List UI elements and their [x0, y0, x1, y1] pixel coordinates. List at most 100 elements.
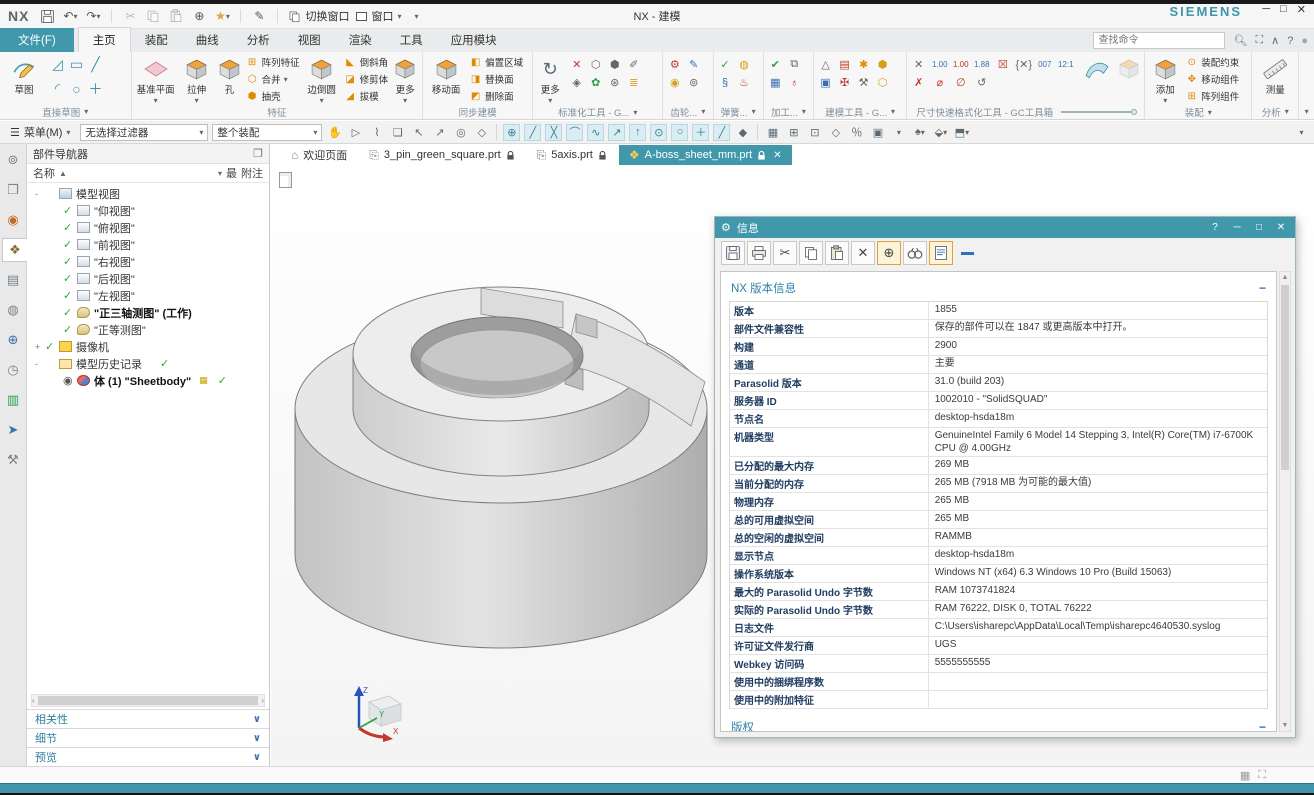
find-icon[interactable]: [903, 241, 927, 265]
switch-window-button[interactable]: 切换窗口: [288, 8, 349, 24]
sketch-button[interactable]: 草图: [2, 54, 46, 96]
history-icon[interactable]: ◷: [2, 358, 25, 382]
cut-icon[interactable]: ✂: [773, 241, 797, 265]
dimension-tool-icon[interactable]: ↺: [974, 75, 989, 90]
trim-body-button[interactable]: ◪修剪体: [344, 71, 389, 87]
more-view-tools-icon[interactable]: ▾: [890, 124, 907, 141]
snap-spline-icon[interactable]: ∿: [587, 124, 604, 141]
dialog-close-icon[interactable]: ✕: [1273, 222, 1289, 233]
system-tools-icon[interactable]: ⚒: [2, 448, 25, 472]
tree-item[interactable]: ✓ "左视图": [27, 287, 269, 304]
assembly-constraints-button[interactable]: ⊙装配约束: [1185, 54, 1239, 70]
snap-arc-center-icon[interactable]: ⌒: [566, 124, 583, 141]
feature-more-button[interactable]: 更多▾: [390, 54, 420, 105]
draft-button[interactable]: ◢拔模: [344, 88, 389, 104]
modeling-tool-icon[interactable]: △: [818, 57, 833, 72]
tree-item[interactable]: + ✓ 摄像机: [27, 338, 269, 355]
clip-section-icon[interactable]: ⬒▾: [953, 124, 970, 141]
tree-item[interactable]: ✓ "前视图": [27, 236, 269, 253]
snap-tangent-icon[interactable]: ↗: [608, 124, 625, 141]
machining-tool-icon[interactable]: ⧉: [787, 57, 802, 72]
modeling-tool-icon[interactable]: ⬢: [875, 57, 890, 72]
dimension-tool-icon[interactable]: ☒: [995, 57, 1010, 72]
modeling-tool-icon[interactable]: ⚒: [856, 75, 871, 90]
tab-home[interactable]: 主页: [78, 27, 131, 52]
shell-button[interactable]: ⬢抽壳: [246, 88, 300, 104]
visibility-check-icon[interactable]: ✓: [63, 306, 77, 319]
material-icon[interactable]: ⬙▾: [932, 124, 949, 141]
std-tool-icon[interactable]: ⊛: [607, 75, 622, 90]
point-icon[interactable]: ＋: [88, 81, 103, 96]
tree-item[interactable]: ✓ "正三轴测图" (工作): [27, 304, 269, 321]
fit-screen-icon[interactable]: ⛶: [1258, 769, 1266, 782]
visibility-check-icon[interactable]: ✓: [63, 255, 77, 268]
snap-line-icon[interactable]: ╱: [713, 124, 730, 141]
paste-icon[interactable]: [825, 241, 849, 265]
sort-ascending-icon[interactable]: ▲: [59, 169, 67, 178]
rectangle-icon[interactable]: ▭: [69, 57, 84, 72]
paste-icon[interactable]: [168, 7, 184, 25]
highlight-icon[interactable]: ↖: [410, 124, 427, 141]
select-all-icon[interactable]: ⊕: [877, 241, 901, 265]
tree-item[interactable]: ✓ "俯视图": [27, 219, 269, 236]
command-search-input[interactable]: [1093, 32, 1225, 49]
hd3d-tools-icon[interactable]: ◍: [2, 298, 25, 322]
spring-tool-icon[interactable]: ◍: [737, 57, 752, 72]
border-bar-overflow-icon[interactable]: ▾: [1293, 124, 1310, 141]
shaded-view-icon[interactable]: ▦: [764, 124, 781, 141]
tab-a-boss-sheet-mm[interactable]: ❖ A-boss_sheet_mm.prt ✕: [619, 145, 792, 165]
snap-endpoint-icon[interactable]: ╱: [524, 124, 541, 141]
roles-icon[interactable]: ➤: [2, 418, 25, 442]
std-tool-icon[interactable]: ⬡: [588, 57, 603, 72]
dimension-tool-icon[interactable]: ⌀: [932, 75, 947, 90]
dimension-tool-icon[interactable]: 12:1: [1058, 57, 1073, 72]
dimension-tool-icon[interactable]: 1.88: [974, 57, 989, 72]
snap-quadrant-icon[interactable]: ⊙: [650, 124, 667, 141]
tab-analysis[interactable]: 分析: [233, 28, 284, 52]
undo-icon[interactable]: ↶▾: [62, 7, 78, 25]
tree-expander[interactable]: -: [35, 189, 45, 199]
tree-expander[interactable]: -: [35, 359, 45, 369]
gear-tool-icon[interactable]: ⚙: [667, 57, 682, 72]
column-name[interactable]: 名称: [33, 165, 55, 181]
section-dependencies[interactable]: 相关性 ∨: [27, 709, 269, 728]
web-browser-icon[interactable]: ⊕: [2, 328, 25, 352]
modeling-tool-icon[interactable]: ⬡: [875, 75, 890, 90]
spring-tool-icon[interactable]: §: [718, 75, 733, 90]
group-dialog-launcher[interactable]: ▾: [84, 107, 88, 116]
tree-item[interactable]: ✓ "正等测图": [27, 321, 269, 338]
surface-button[interactable]: [1079, 54, 1114, 82]
fullscreen-icon[interactable]: ⛶: [1255, 34, 1263, 47]
modeling-tool-icon[interactable]: ✱: [856, 57, 871, 72]
snap-intersection-icon[interactable]: ╳: [545, 124, 562, 141]
minimize-button[interactable]: ─: [1262, 3, 1270, 16]
copy-icon[interactable]: [145, 7, 161, 25]
tree-item[interactable]: - 模型历史记录 ✓: [27, 355, 269, 372]
render-quality-icon[interactable]: ▦: [1240, 769, 1250, 782]
wireframe-icon[interactable]: ⊡: [806, 124, 823, 141]
datum-icon[interactable]: ◇: [473, 124, 490, 141]
tab-view[interactable]: 视图: [284, 28, 335, 52]
std-tool-icon[interactable]: ◈: [569, 75, 584, 90]
fit-view-icon[interactable]: ⊞: [785, 124, 802, 141]
print-icon[interactable]: [747, 241, 771, 265]
zoom-icon[interactable]: ⊕: [191, 7, 207, 25]
circle-icon[interactable]: ○: [69, 81, 84, 96]
spring-tool-icon[interactable]: ♨: [737, 75, 752, 90]
std-tool-icon[interactable]: ⬢: [607, 57, 622, 72]
datum-plane-button[interactable]: 基准平面▾: [134, 54, 178, 105]
tab-3-pin-green-square[interactable]: ⎘ 3_pin_green_square.prt: [359, 145, 524, 165]
tree-item[interactable]: - 模型视图: [27, 185, 269, 202]
modeling-tool-icon[interactable]: ▤: [837, 57, 852, 72]
machining-tool-icon[interactable]: ✔: [768, 57, 783, 72]
pattern-component-button[interactable]: ⊞阵列组件: [1185, 88, 1239, 104]
snap-vertical-icon[interactable]: ↑: [629, 124, 646, 141]
chamfer-button[interactable]: ◣倒斜角: [344, 54, 389, 70]
visibility-check-icon[interactable]: ✓: [63, 238, 77, 251]
snap-point2-icon[interactable]: ＋: [692, 124, 709, 141]
dialog-maximize-icon[interactable]: □: [1251, 222, 1267, 233]
modeling-tool-icon[interactable]: ▣: [818, 75, 833, 90]
scroll-down-arrow[interactable]: ▼: [1280, 720, 1290, 731]
dialog-help-icon[interactable]: ?: [1207, 222, 1223, 233]
part-navigator-icon[interactable]: ❖: [2, 238, 28, 262]
